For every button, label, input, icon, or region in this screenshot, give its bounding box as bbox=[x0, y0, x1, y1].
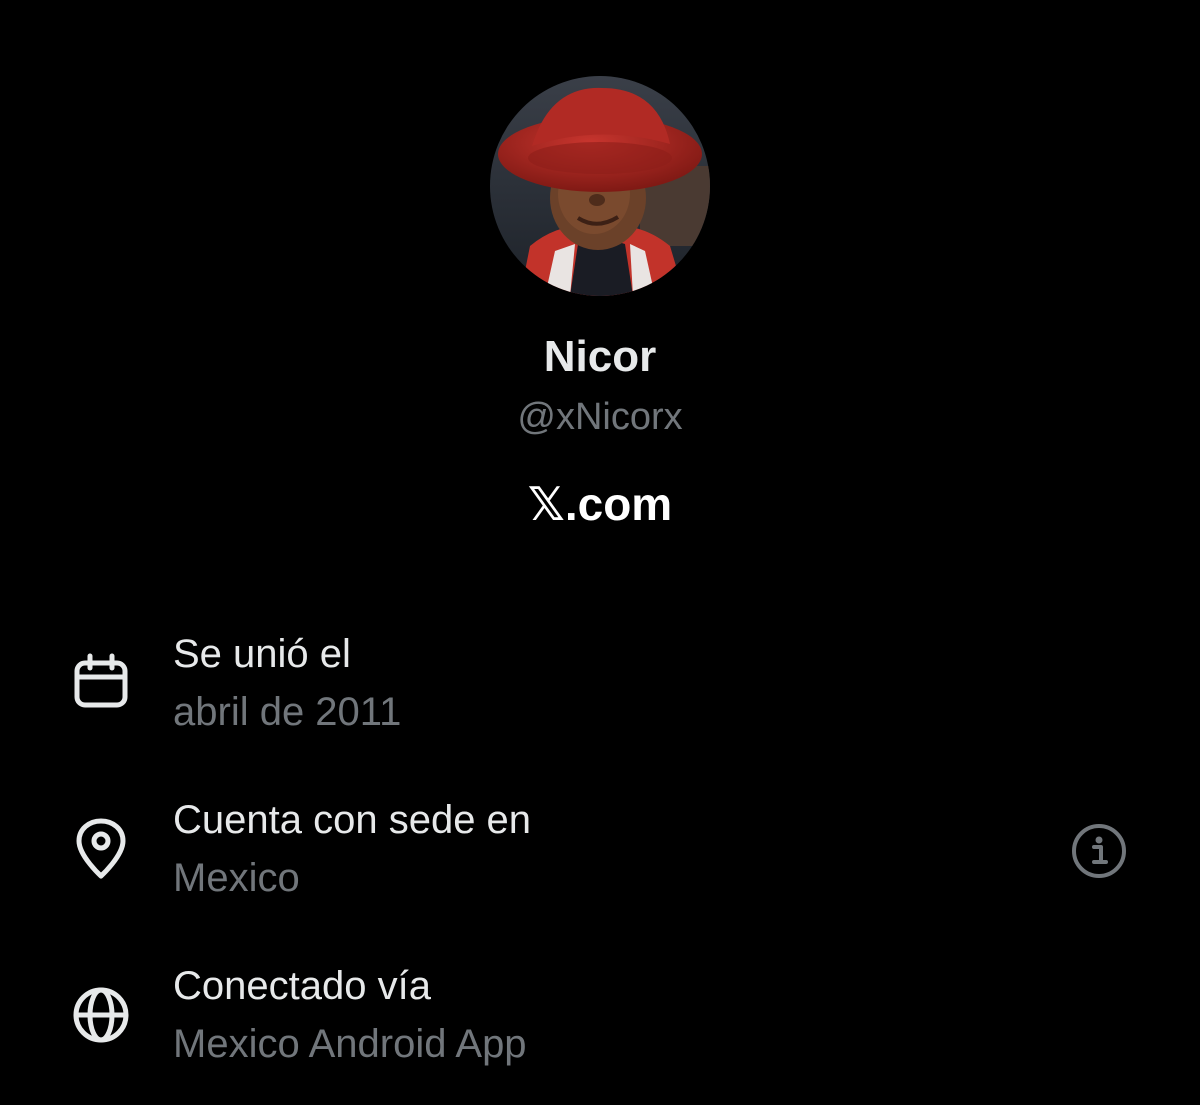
joined-date-row: Se unió el abril de 2011 bbox=[0, 624, 1200, 744]
location-value: Mexico bbox=[173, 856, 300, 900]
location-row: Cuenta con sede en Mexico bbox=[0, 790, 1200, 910]
location-label: Cuenta con sede en bbox=[173, 798, 532, 842]
location-pin-icon bbox=[70, 818, 132, 880]
display-name: Nicor bbox=[543, 332, 657, 381]
website-link[interactable]: 𝕏.com bbox=[0, 476, 1200, 532]
user-handle: @xNicorx bbox=[517, 396, 683, 438]
connected-via-row: Conectado vía Mexico Android App bbox=[0, 956, 1200, 1076]
profile-header: Nicor @xNicorx 𝕏.com bbox=[0, 0, 1200, 560]
avatar[interactable] bbox=[490, 76, 710, 296]
connected-via-label: Conectado vía bbox=[173, 964, 431, 1008]
calendar-icon bbox=[70, 652, 132, 714]
globe-icon bbox=[70, 984, 132, 1046]
joined-label: Se unió el bbox=[173, 632, 351, 676]
info-icon[interactable] bbox=[1068, 820, 1130, 882]
connected-via-value: Mexico Android App bbox=[173, 1022, 527, 1066]
joined-value: abril de 2011 bbox=[173, 690, 402, 734]
